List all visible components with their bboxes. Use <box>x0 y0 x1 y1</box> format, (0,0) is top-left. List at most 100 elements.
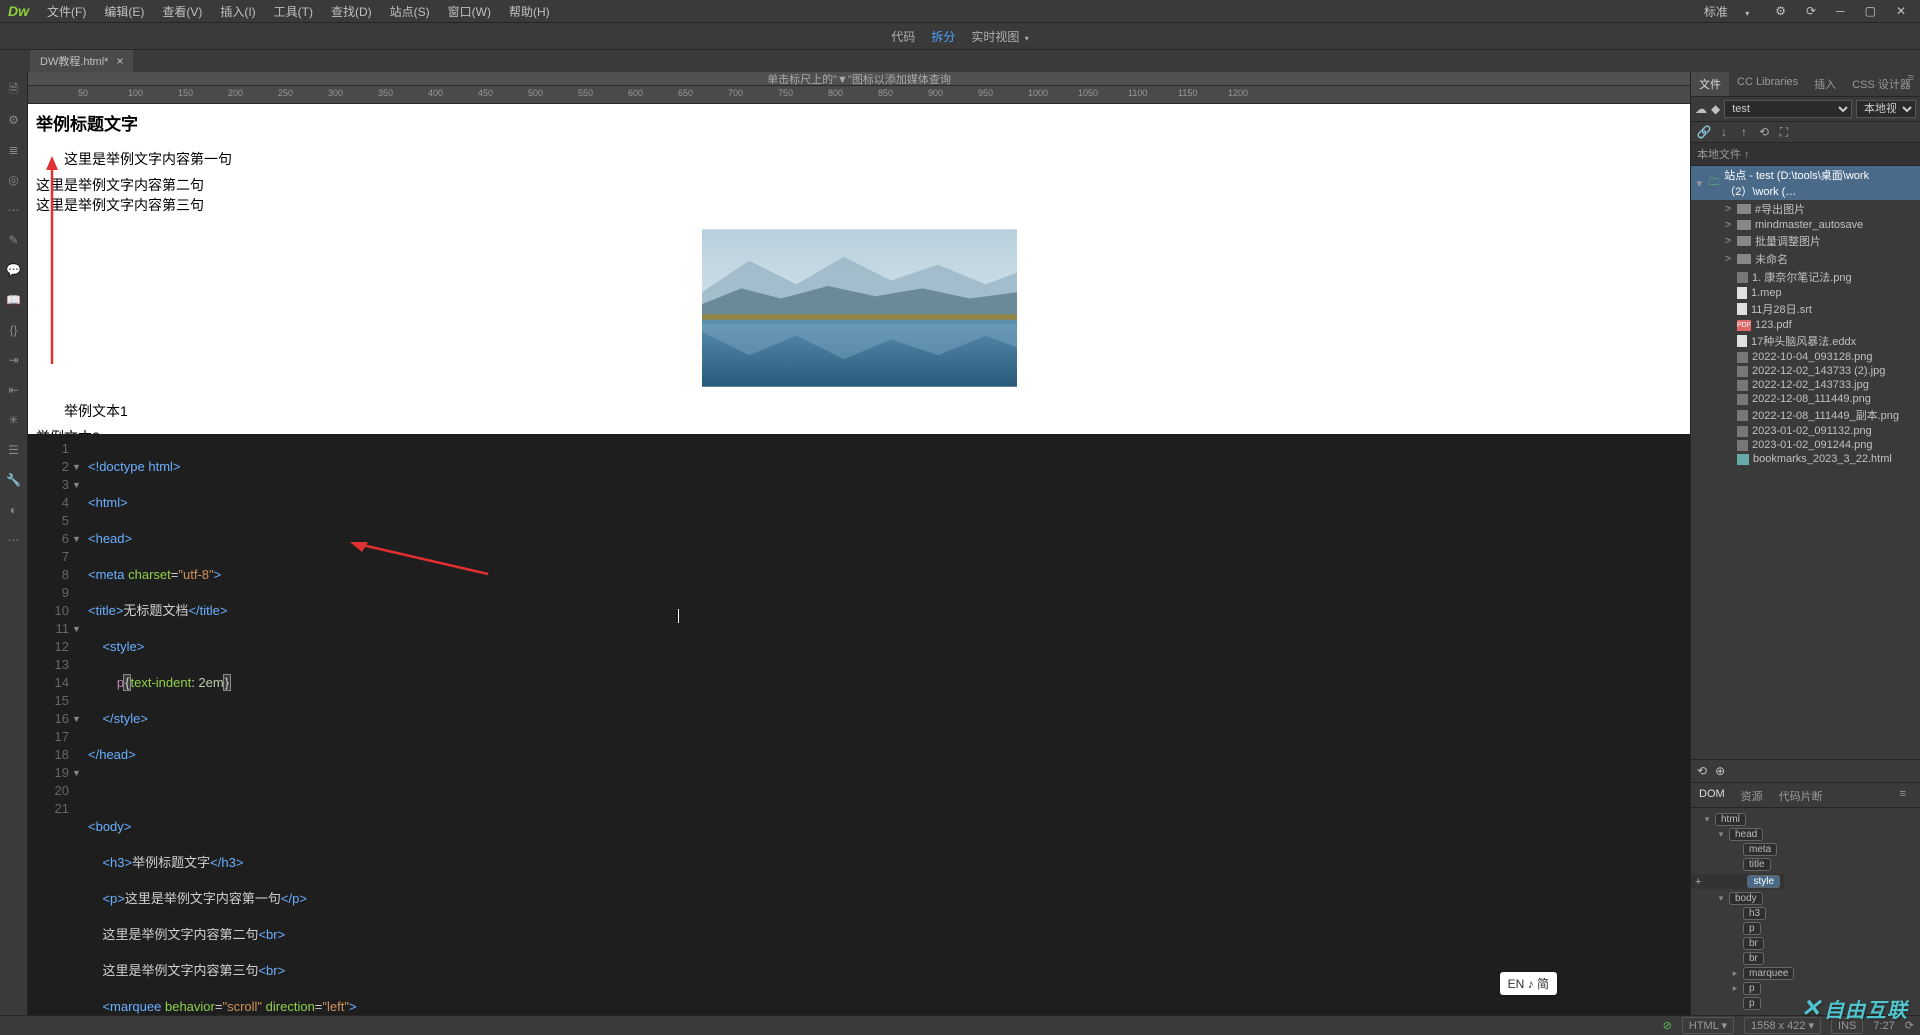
code-editor[interactable]: 12▼3▼456▼7891011▼1213141516▼171819▼2021 … <box>28 434 1690 1015</box>
ruler[interactable]: 5010015020025030035040045050055060065070… <box>28 86 1690 104</box>
minimize-icon[interactable]: ─ <box>1830 2 1851 20</box>
files-header[interactable]: 本地文件 ↑ <box>1691 143 1920 166</box>
tree-row[interactable]: >批量调整图片 <box>1691 232 1920 250</box>
rail-more-icon[interactable]: ⋯ <box>6 532 22 548</box>
tree-row[interactable]: bookmarks_2023_3_22.html <box>1691 452 1920 466</box>
workspace-selector[interactable]: 标准 ▾ <box>1692 1 1761 22</box>
tree-row[interactable]: PDF123.pdf <box>1691 318 1920 332</box>
tree-row[interactable]: 2022-12-08_111449_副本.png <box>1691 406 1920 424</box>
connect-icon[interactable]: 🔗 <box>1697 125 1711 139</box>
sync-files-icon[interactable]: ⟲ <box>1757 125 1771 139</box>
menu-site[interactable]: 站点(S) <box>382 0 438 23</box>
tab-close-icon[interactable]: × <box>116 54 123 68</box>
refresh-icon[interactable]: ⟲ <box>1697 764 1707 778</box>
dom-node[interactable]: meta <box>1695 842 1916 857</box>
dom-node[interactable]: +style <box>1695 872 1916 891</box>
dom-node[interactable]: ▾head <box>1695 827 1916 842</box>
tree-row[interactable]: 2022-12-08_111449.png <box>1691 392 1920 406</box>
menu-file[interactable]: 文件(F) <box>39 0 94 23</box>
dom-collapse-icon[interactable]: ≡ <box>1892 785 1914 803</box>
rail-dotted-icon[interactable]: ⋯ <box>6 202 22 218</box>
tree-row[interactable]: 2022-10-04_093128.png <box>1691 350 1920 364</box>
tab-assets[interactable]: 资源 <box>1733 785 1771 807</box>
link-files-icon[interactable]: ⊕ <box>1715 764 1725 778</box>
upload-icon[interactable]: ↑ <box>1737 125 1751 139</box>
sync-icon[interactable]: ⟳ <box>1800 2 1822 20</box>
dom-node[interactable]: ▾html <box>1695 812 1916 827</box>
cloud-icon[interactable]: ☁ <box>1695 102 1707 116</box>
define-icon[interactable]: ◆ <box>1711 102 1720 116</box>
dom-node[interactable]: h3 <box>1695 906 1916 921</box>
rail-layers-icon[interactable]: ≣ <box>6 142 22 158</box>
tree-row[interactable]: 2023-01-02_091244.png <box>1691 438 1920 452</box>
tree-row[interactable]: 2023-01-02_091132.png <box>1691 424 1920 438</box>
tree-row[interactable]: 11月28日.srt <box>1691 300 1920 318</box>
tab-cc-libraries[interactable]: CC Libraries <box>1729 72 1806 96</box>
file-tab[interactable]: DW教程.html* × <box>30 50 133 72</box>
line-number: 8 <box>28 566 80 584</box>
rail-outdent-icon[interactable]: ⇤ <box>6 382 22 398</box>
maximize-icon[interactable]: ▢ <box>1859 2 1882 20</box>
line-number: 9 <box>28 584 80 602</box>
menu-window[interactable]: 窗口(W) <box>440 0 499 23</box>
menu-view[interactable]: 查看(V) <box>154 0 210 23</box>
menu-tools[interactable]: 工具(T) <box>266 0 321 23</box>
menu-find[interactable]: 查找(D) <box>323 0 380 23</box>
tree-item-label: 2022-10-04_093128.png <box>1752 351 1873 363</box>
tree-row[interactable]: 2022-12-02_143733 (2).jpg <box>1691 364 1920 378</box>
dom-node[interactable]: title <box>1695 857 1916 872</box>
gear-icon[interactable]: ⚙ <box>1769 2 1792 20</box>
dom-node[interactable]: ▾body <box>1695 891 1916 906</box>
menu-insert[interactable]: 插入(I) <box>212 0 263 23</box>
rail-sliders-icon[interactable]: ⚙ <box>6 112 22 128</box>
rail-braces-icon[interactable]: {} <box>6 322 22 338</box>
rail-star-icon[interactable]: ✳ <box>6 412 22 428</box>
tab-dom[interactable]: DOM <box>1691 785 1733 807</box>
tree-row[interactable]: >#导出图片 <box>1691 200 1920 218</box>
tree-row[interactable]: >未命名 <box>1691 250 1920 268</box>
dom-node[interactable]: br <box>1695 951 1916 966</box>
rail-list-icon[interactable]: ☰ <box>6 442 22 458</box>
panel-collapse-icon[interactable]: ≡ <box>1908 72 1914 84</box>
tab-insert[interactable]: 插入 <box>1806 72 1844 96</box>
tree-row[interactable]: 2022-12-02_143733.jpg <box>1691 378 1920 392</box>
menu-edit[interactable]: 编辑(E) <box>96 0 152 23</box>
view-select[interactable]: 本地视图 <box>1856 100 1916 118</box>
menu-help[interactable]: 帮助(H) <box>501 0 558 23</box>
close-icon[interactable]: ✕ <box>1890 2 1912 20</box>
line-number: 1 <box>28 440 80 458</box>
view-split-button[interactable]: 拆分 <box>931 28 955 45</box>
dom-add-icon[interactable]: + <box>1695 876 1701 888</box>
status-ok-icon[interactable]: ⊘ <box>1663 1019 1672 1032</box>
tree-row[interactable]: 17种头脑风暴法.eddx <box>1691 332 1920 350</box>
live-preview[interactable]: 举例标题文字 这里是举例文字内容第一句 这里是举例文字内容第二句 这里是举例文字… <box>28 104 1690 434</box>
media-query-bar[interactable]: 单击标尺上的"▼"图标以添加媒体查询 <box>28 72 1690 86</box>
rail-target-icon[interactable]: ◎ <box>6 172 22 188</box>
view-live-button[interactable]: 实时视图 ▾ <box>971 28 1028 45</box>
tree-row[interactable]: 1.mep <box>1691 286 1920 300</box>
rail-tools-icon[interactable]: 🔧 <box>6 472 22 488</box>
site-select[interactable]: test <box>1724 100 1852 118</box>
expand-icon[interactable]: ⛶ <box>1777 125 1791 139</box>
rail-brush-icon[interactable]: ✎ <box>6 232 22 248</box>
ime-indicator[interactable]: EN ♪ 简 <box>1500 972 1557 995</box>
download-icon[interactable]: ↓ <box>1717 125 1731 139</box>
tree-row[interactable]: >mindmaster_autosave <box>1691 218 1920 232</box>
rail-book-icon[interactable]: 📖 <box>6 292 22 308</box>
code-lines[interactable]: <!doctype html> <html> <head> <meta char… <box>88 434 1690 1015</box>
rail-indent-icon[interactable]: ⇥ <box>6 352 22 368</box>
tab-files[interactable]: 文件 <box>1691 72 1729 96</box>
tab-snippets[interactable]: 代码片断 <box>1771 785 1831 807</box>
dom-node[interactable]: p <box>1695 921 1916 936</box>
rail-chat-icon[interactable]: 💬 <box>6 262 22 278</box>
tree-root[interactable]: ▾🗀 站点 - test (D:\tools\桌面\work（2）\work (… <box>1691 166 1920 200</box>
ruler-tick: 300 <box>328 88 343 98</box>
view-code-button[interactable]: 代码 <box>891 28 915 45</box>
dom-node[interactable]: br <box>1695 936 1916 951</box>
ruler-tick: 100 <box>128 88 143 98</box>
dom-node[interactable]: ▸marquee <box>1695 966 1916 981</box>
tree-row[interactable]: 1. 康奈尔笔记法.png <box>1691 268 1920 286</box>
rail-file-icon[interactable]: 🗎 <box>6 82 22 98</box>
status-lang[interactable]: HTML ▾ <box>1682 1017 1734 1034</box>
rail-undo-icon[interactable]: ◐ <box>6 502 22 518</box>
